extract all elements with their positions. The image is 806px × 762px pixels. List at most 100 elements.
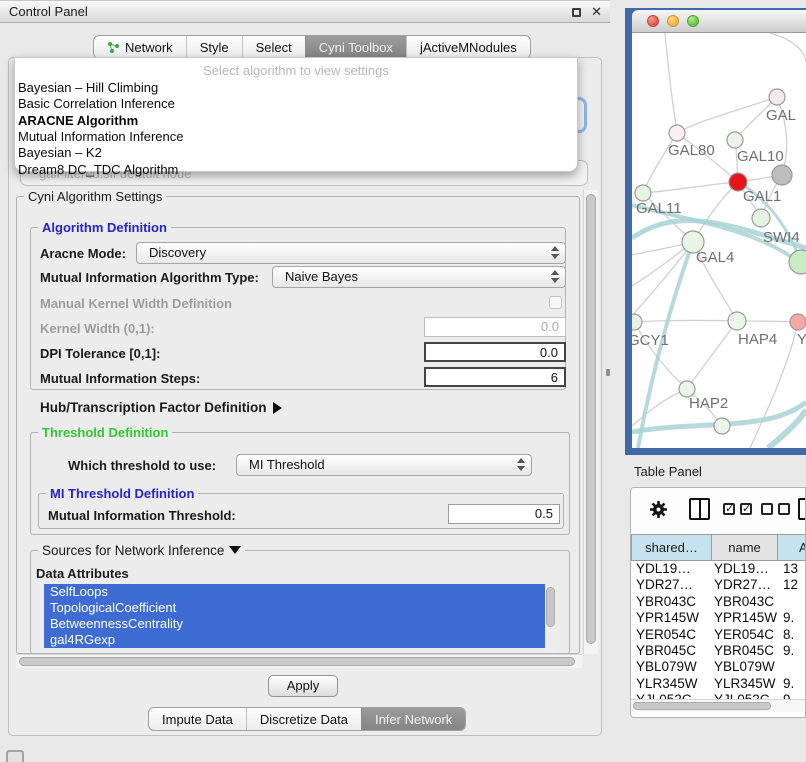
tab-jactivemnodules[interactable]: jActiveMNodules (406, 36, 530, 58)
table-row[interactable]: YBR043CYBR043C (631, 594, 806, 610)
algorithm-list-item[interactable]: Basic Correlation Inference (18, 96, 175, 111)
algorithm-list-item[interactable]: Bayesian – Hill Climbing (18, 80, 158, 95)
mi-steps-label: Mutual Information Steps: (40, 371, 200, 386)
aracne-mode-combo[interactable]: Discovery (136, 242, 566, 264)
tab-discretize-data[interactable]: Discretize Data (246, 708, 361, 730)
attribute-list-item[interactable]: SelfLoops (44, 584, 556, 600)
panel-splitter-handle[interactable] (606, 369, 610, 376)
chevron-down-icon (229, 546, 241, 554)
mi-type-combo[interactable]: Naive Bayes (272, 266, 566, 288)
mi-steps-field[interactable]: 6 (424, 367, 566, 387)
attribute-list-item[interactable]: gal4RGexp (44, 632, 556, 648)
table-rows[interactable]: YDL19…YDL19…13YDR27…YDR27…12YBR043CYBR04… (631, 561, 806, 699)
mi-threshold-field[interactable]: 0.5 (448, 504, 560, 524)
tab-select[interactable]: Select (242, 36, 305, 58)
table-row[interactable]: YLR345WYLR345W9. (631, 676, 806, 692)
select-all-checkbox-icon[interactable]: ✓ (740, 503, 752, 515)
network-node[interactable] (669, 125, 685, 141)
column-header-shared-name[interactable]: shared… (631, 534, 712, 561)
network-node-label: SWI4 (763, 229, 800, 246)
zoom-traffic-light-icon[interactable] (687, 15, 699, 27)
which-threshold-combo[interactable]: MI Threshold (236, 454, 532, 476)
network-node-label: HAP2 (689, 395, 728, 412)
algorithm-list-item[interactable]: Mutual Information Inference (18, 129, 183, 144)
minimized-panel-icon[interactable] (6, 750, 24, 762)
screen: Control Panel ✕ Network Style Select Cyn… (0, 0, 806, 762)
network-node-label: Y (797, 331, 806, 348)
network-node[interactable] (728, 312, 746, 330)
settings-horizontal-scrollbar[interactable] (16, 654, 582, 668)
tab-network-label: Network (125, 40, 173, 55)
close-icon[interactable]: ✕ (591, 4, 602, 20)
table-row[interactable]: YPR145WYPR145W9. (631, 610, 806, 626)
network-node[interactable] (789, 250, 806, 274)
select-all-checkbox-icon[interactable]: ✓ (723, 503, 735, 515)
network-node-label: GAL80 (668, 142, 715, 159)
attribute-list-item[interactable]: BetweennessCentrality (44, 616, 556, 632)
network-node[interactable] (714, 418, 730, 434)
network-canvas[interactable]: GALGAL80GAL10GAL1GAL11SWI4GAL4GCY1HAP4YH… (632, 33, 806, 448)
control-panel-tabs: Network Style Select Cyni Toolbox jActiv… (93, 35, 531, 59)
network-node-label: GAL (766, 107, 796, 124)
algorithm-list-item[interactable]: Dream8 DC_TDC Algorithm (18, 162, 178, 177)
kernel-width-label: Kernel Width (0,1): (40, 321, 155, 336)
network-node[interactable] (790, 314, 806, 330)
sources-title[interactable]: Sources for Network Inference (38, 543, 245, 558)
deselect-all-checkbox-icon[interactable] (778, 503, 790, 515)
network-node[interactable] (635, 185, 651, 201)
network-node-label: GAL1 (743, 188, 781, 205)
network-node-label: GAL11 (636, 200, 682, 217)
hub-definition-toggle[interactable]: Hub/Transcription Factor Definition (40, 400, 282, 415)
table-row[interactable]: YER054CYER054C8. (631, 627, 806, 643)
mi-type-label: Mutual Information Algorithm Type: (40, 270, 259, 285)
dpi-tolerance-label: DPI Tolerance [0,1]: (40, 346, 160, 361)
cyni-settings-title: Cyni Algorithm Settings (24, 189, 166, 204)
network-node[interactable] (727, 132, 743, 148)
control-panel-titlebar[interactable]: Control Panel ✕ (0, 0, 610, 23)
table-row[interactable]: YDL19…YDL19…13 (631, 561, 806, 577)
apply-button[interactable]: Apply (268, 675, 338, 697)
tab-impute-data[interactable]: Impute Data (149, 708, 246, 730)
data-attributes-list[interactable]: SelfLoopsTopologicalCoefficientBetweenne… (44, 584, 556, 653)
network-node[interactable] (752, 209, 770, 227)
column-header-name[interactable]: name (712, 534, 778, 561)
tab-network[interactable]: Network (94, 36, 186, 58)
chevron-right-icon (273, 402, 282, 414)
table-row[interactable]: YJL052CYJL052C9 (631, 692, 806, 699)
control-panel-title: Control Panel (0, 4, 88, 19)
algorithm-list-item[interactable]: Bayesian – K2 (18, 145, 102, 160)
table-row[interactable]: YBL079WYBL079W (631, 659, 806, 675)
table-row[interactable]: YDR27…YDR27…12 (631, 577, 806, 593)
gear-icon[interactable] (649, 500, 668, 519)
tab-infer-network[interactable]: Infer Network (361, 708, 465, 730)
tab-style[interactable]: Style (186, 36, 242, 58)
network-node-label: GAL4 (696, 249, 734, 266)
deselect-all-checkbox-icon[interactable] (761, 503, 773, 515)
float-window-icon[interactable] (572, 8, 581, 17)
table-horizontal-scrollbar[interactable] (631, 699, 806, 712)
attributes-scrollbar[interactable] (545, 584, 556, 653)
algorithm-list-item[interactable]: ARACNE Algorithm (18, 113, 138, 128)
minimize-traffic-light-icon[interactable] (667, 15, 679, 27)
bottom-tabs: Impute Data Discretize Data Infer Networ… (148, 707, 466, 731)
manual-kernel-checkbox[interactable] (549, 296, 562, 309)
export-table-icon[interactable] (798, 498, 806, 520)
table-toolbar: ✓ ✓ (631, 488, 805, 534)
settings-vertical-scrollbar[interactable] (583, 190, 598, 654)
table-header-row: shared… name A (631, 534, 806, 561)
network-node[interactable] (632, 314, 642, 330)
network-node[interactable] (769, 89, 785, 105)
network-node-label: HAP4 (738, 331, 777, 348)
network-window-titlebar[interactable] (632, 10, 806, 33)
network-node-label: GCY1 (632, 332, 669, 349)
dpi-tolerance-field[interactable]: 0.0 (424, 342, 566, 362)
table-row[interactable]: YBR045CYBR045C9. (631, 643, 806, 659)
kernel-width-field[interactable]: 0.0 (424, 317, 566, 337)
attribute-list-item[interactable]: TopologicalCoefficient (44, 600, 556, 616)
close-traffic-light-icon[interactable] (647, 15, 659, 27)
column-header-partial[interactable]: A (778, 534, 806, 561)
network-node[interactable] (772, 165, 792, 185)
manual-kernel-label: Manual Kernel Width Definition (40, 296, 232, 311)
tab-cyni-toolbox[interactable]: Cyni Toolbox (305, 36, 406, 58)
show-columns-icon[interactable] (689, 498, 710, 520)
